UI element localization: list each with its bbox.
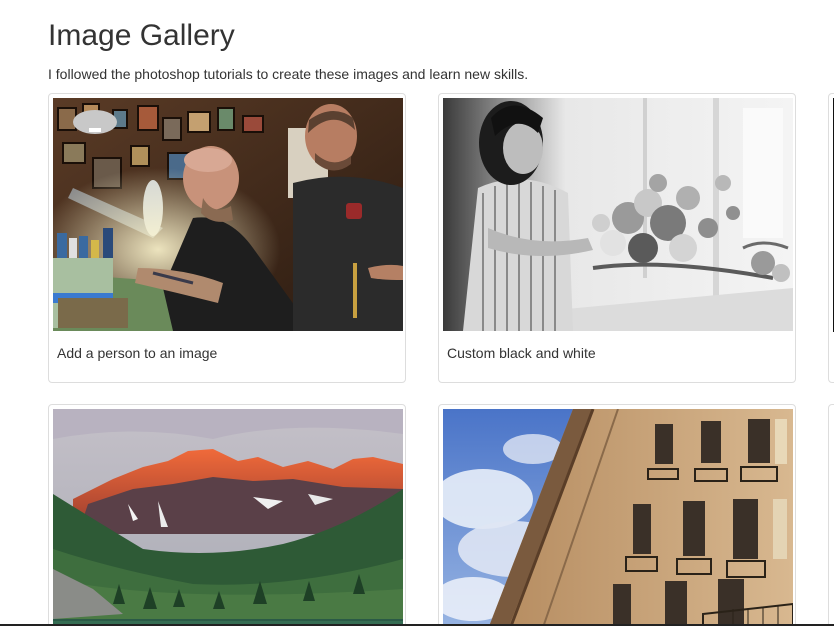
gallery-thumbnail-workshop[interactable] (53, 98, 403, 331)
gallery-card-partial[interactable] (828, 93, 834, 383)
gallery-thumbnail-florist[interactable] (443, 98, 793, 331)
page-title: Image Gallery (48, 19, 235, 52)
gallery-page: Image Gallery I followed the photoshop t… (0, 0, 834, 626)
mountain-lake-photo (53, 409, 403, 626)
gallery-card[interactable] (438, 404, 796, 626)
gallery-thumbnail-mountain[interactable] (53, 409, 403, 626)
gallery-card[interactable] (48, 404, 406, 626)
gallery-thumbnail-building[interactable] (443, 409, 793, 626)
gallery-card[interactable]: Custom black and white (438, 93, 796, 383)
workshop-artists-photo (53, 98, 403, 331)
gallery-card[interactable]: Add a person to an image (48, 93, 406, 383)
building-facade-photo (443, 409, 793, 626)
gallery-card-partial[interactable] (828, 404, 834, 626)
page-intro: I followed the photoshop tutorials to cr… (48, 66, 529, 82)
florist-black-white-photo (443, 98, 793, 331)
gallery-caption: Custom black and white (447, 345, 596, 361)
gallery-caption: Add a person to an image (57, 345, 218, 361)
